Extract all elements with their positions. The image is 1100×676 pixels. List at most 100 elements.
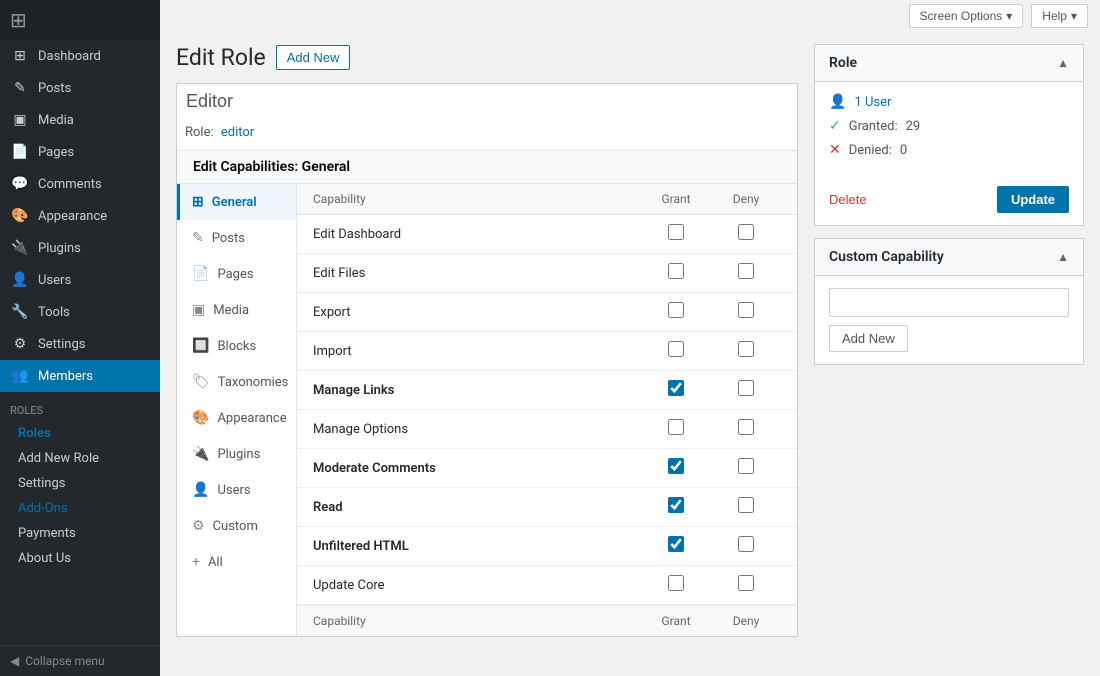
cap-tab-blocks[interactable]: 🔲 Blocks — [177, 328, 296, 364]
general-tab-icon: ⊞ — [192, 194, 204, 210]
delete-button[interactable]: Delete — [829, 192, 867, 207]
cap-tabs: ⊞ General ✎ Posts 📄 Pages ▣ — [177, 184, 297, 636]
deny-checkbox[interactable] — [738, 341, 754, 357]
help-button[interactable]: Help ▾ — [1031, 4, 1088, 28]
deny-checkbox[interactable] — [738, 263, 754, 279]
deny-checkbox[interactable] — [738, 575, 754, 591]
sidebar-item-plugins[interactable]: 🔌 Plugins — [0, 232, 160, 264]
deny-checkbox[interactable] — [738, 497, 754, 513]
cap-tab-label: Users — [217, 483, 250, 498]
add-cap-button[interactable]: Add New — [829, 325, 908, 352]
deny-checkbox[interactable] — [738, 536, 754, 552]
deny-checkbox[interactable] — [738, 458, 754, 474]
denied-cross-icon: ✕ — [829, 142, 841, 158]
sidebar-sub-item-add-ons[interactable]: Add-Ons — [0, 496, 160, 521]
grant-checkbox[interactable] — [668, 458, 684, 474]
sidebar-item-members[interactable]: 👥 Members — [0, 360, 160, 392]
sidebar-sub-item-add-new-role[interactable]: Add New Role — [0, 446, 160, 471]
granted-label: Granted: — [849, 119, 898, 134]
right-panel: Role ▲ 👤 1 User ✓ Granted: 29 ✕ — [814, 44, 1084, 664]
user-count-link[interactable]: 1 User — [854, 95, 891, 110]
screen-options-button[interactable]: Screen Options ▾ — [909, 4, 1024, 28]
posts-tab-icon: ✎ — [192, 230, 204, 246]
main-content: Screen Options ▾ Help ▾ Edit Role Add Ne… — [160, 0, 1100, 676]
denied-label: Denied: — [849, 143, 892, 158]
sidebar-item-comments[interactable]: 💬 Comments — [0, 168, 160, 200]
grant-cell — [641, 302, 711, 322]
cap-name: Edit Files — [313, 266, 641, 281]
cap-name: Unfiltered HTML — [313, 539, 641, 554]
add-new-button[interactable]: Add New — [276, 45, 351, 70]
grant-checkbox[interactable] — [668, 497, 684, 513]
cap-tab-users[interactable]: 👤 Users — [177, 472, 296, 508]
cap-tab-all[interactable]: + All — [177, 544, 296, 580]
role-info: Role: editor — [177, 125, 797, 150]
sidebar-item-media[interactable]: ▣ Media — [0, 104, 160, 136]
sidebar-item-appearance[interactable]: 🎨 Appearance — [0, 200, 160, 232]
grant-checkbox[interactable] — [668, 536, 684, 552]
sidebar-item-label: Dashboard — [38, 49, 101, 64]
role-value-link[interactable]: editor — [221, 125, 254, 140]
sidebar-item-users[interactable]: 👤 Users — [0, 264, 160, 296]
cap-tab-custom[interactable]: ⚙ Custom — [177, 508, 296, 544]
role-card-collapse-icon[interactable]: ▲ — [1057, 56, 1069, 70]
deny-checkbox[interactable] — [738, 419, 754, 435]
deny-cell — [711, 380, 781, 400]
grant-checkbox[interactable] — [668, 575, 684, 591]
sidebar-item-tools[interactable]: 🔧 Tools — [0, 296, 160, 328]
tools-icon: 🔧 — [10, 304, 30, 320]
sidebar-item-label: Appearance — [38, 209, 107, 224]
cap-tab-media[interactable]: ▣ Media — [177, 292, 296, 328]
help-chevron-icon: ▾ — [1071, 9, 1077, 23]
deny-checkbox[interactable] — [738, 224, 754, 240]
grant-cell — [641, 536, 711, 556]
grant-checkbox[interactable] — [668, 419, 684, 435]
sidebar-submenu-section: Roles — [0, 392, 160, 421]
sidebar-collapse-button[interactable]: ◀ Collapse menu — [0, 645, 160, 676]
granted-value: 29 — [906, 119, 921, 134]
appearance-tab-icon: 🎨 — [192, 410, 209, 426]
grant-checkbox[interactable] — [668, 380, 684, 396]
grant-checkbox[interactable] — [668, 224, 684, 240]
cap-tab-appearance[interactable]: 🎨 Appearance — [177, 400, 296, 436]
custom-cap-collapse-icon[interactable]: ▲ — [1057, 250, 1069, 264]
grant-checkbox[interactable] — [668, 263, 684, 279]
custom-cap-card-header: Custom Capability ▲ — [815, 239, 1083, 276]
custom-cap-title: Custom Capability — [829, 249, 944, 265]
sidebar-item-posts[interactable]: ✎ Posts — [0, 72, 160, 104]
sidebar-sub-item-settings[interactable]: Settings — [0, 471, 160, 496]
sidebar-sub-item-about-us[interactable]: About Us — [0, 546, 160, 571]
cap-tab-pages[interactable]: 📄 Pages — [177, 256, 296, 292]
table-row: Moderate Comments — [297, 449, 797, 488]
table-row: Manage Links — [297, 371, 797, 410]
cap-tab-general[interactable]: ⊞ General — [177, 184, 296, 220]
sidebar-item-settings[interactable]: ⚙ Settings — [0, 328, 160, 360]
grant-checkbox[interactable] — [668, 302, 684, 318]
table-row: Manage Options — [297, 410, 797, 449]
cap-name: Manage Links — [313, 383, 641, 398]
comments-icon: 💬 — [10, 176, 30, 192]
header-capability: Capability — [313, 192, 641, 206]
cap-tab-plugins[interactable]: 🔌 Plugins — [177, 436, 296, 472]
media-tab-icon: ▣ — [192, 302, 205, 318]
sidebar-item-dashboard[interactable]: ⊞ Dashboard — [0, 40, 160, 72]
deny-checkbox[interactable] — [738, 302, 754, 318]
grant-checkbox[interactable] — [668, 341, 684, 357]
header-deny: Deny — [711, 192, 781, 206]
grant-cell — [641, 458, 711, 478]
cap-tab-label: Taxonomies — [218, 375, 289, 390]
update-button[interactable]: Update — [997, 186, 1069, 213]
deny-checkbox[interactable] — [738, 380, 754, 396]
collapse-label: Collapse menu — [25, 654, 104, 668]
sidebar-sub-item-roles[interactable]: Roles — [0, 421, 160, 446]
sidebar-sub-item-payments[interactable]: Payments — [0, 521, 160, 546]
editor-name-input[interactable] — [177, 84, 797, 119]
table-row: Update Core — [297, 566, 797, 605]
sidebar-item-pages[interactable]: 📄 Pages — [0, 136, 160, 168]
main-panel: Edit Role Add New Role: editor Edit Capa… — [176, 44, 798, 664]
custom-cap-input[interactable] — [829, 288, 1069, 317]
cap-tab-posts[interactable]: ✎ Posts — [177, 220, 296, 256]
grant-cell — [641, 224, 711, 244]
cap-tab-taxonomies[interactable]: 🏷 Taxonomies — [177, 364, 296, 400]
plugins-tab-icon: 🔌 — [192, 446, 209, 462]
